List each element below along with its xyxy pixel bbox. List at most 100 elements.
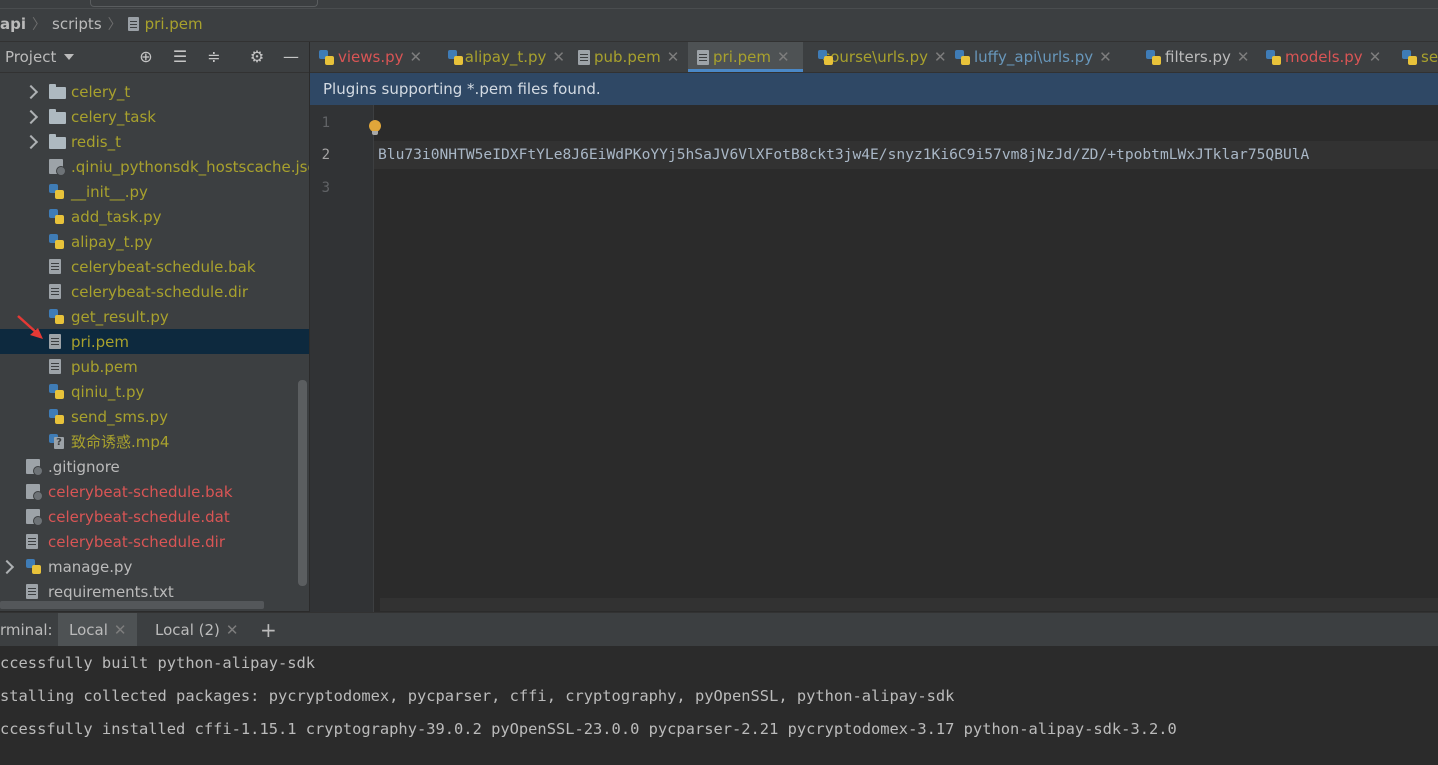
- tree-item-label: 致命诱惑.mp4: [71, 433, 170, 451]
- editor-tab[interactable]: luffy_api\urls.py ✕: [946, 42, 1132, 72]
- project-tree[interactable]: celery_t celery_task redis_t .qiniu_pythons…: [0, 73, 309, 611]
- config-file-icon: [26, 484, 43, 501]
- collapse-all-icon[interactable]: ≑: [204, 47, 224, 67]
- terminal-line: ccessfully installed cffi-1.15.1 cryptog…: [0, 720, 1177, 738]
- tree-item-label: celerybeat-schedule.bak: [71, 257, 256, 276]
- tree-file[interactable]: manage.py: [0, 554, 309, 579]
- tree-file[interactable]: pri.pem: [0, 329, 309, 354]
- close-icon[interactable]: ✕: [777, 48, 790, 66]
- python-file-icon: [1146, 49, 1161, 65]
- toolbar-edge: [0, 0, 1438, 9]
- tree-file[interactable]: pub.pem: [0, 354, 309, 379]
- file-icon: [26, 534, 38, 549]
- editor-tab[interactable]: course\urls.py ✕: [809, 42, 947, 72]
- lightbulb-icon[interactable]: [369, 120, 381, 135]
- code-line[interactable]: Blu73i0NHTW5eIDXFtYLe8J6EiWdPKoYYj5hSaJV…: [378, 146, 1309, 163]
- editor-tab-label: alipay_t.py: [464, 48, 547, 66]
- code-editor[interactable]: [374, 105, 1438, 612]
- python-file-icon: [26, 559, 41, 574]
- tree-file[interactable]: celerybeat-schedule.bak: [0, 254, 309, 279]
- close-icon[interactable]: ✕: [667, 48, 680, 66]
- python-file-icon: [49, 384, 64, 399]
- tree-file[interactable]: __init__.py: [0, 179, 309, 204]
- tree-folder[interactable]: redis_t: [0, 129, 309, 154]
- file-icon: [49, 334, 61, 349]
- editor-tab[interactable]: pub.pem ✕: [569, 42, 684, 72]
- breadcrumb-separator: 〉: [32, 17, 47, 33]
- line-number: 3: [321, 180, 330, 196]
- chevron-right-icon[interactable]: [0, 559, 15, 575]
- expand-all-icon[interactable]: ☰: [170, 47, 190, 67]
- navigation-bar: api 〉 scripts 〉 pri.pem: [0, 0, 1438, 42]
- tree-file[interactable]: celerybeat-schedule.dir: [0, 279, 309, 304]
- python-file-icon: [955, 49, 970, 65]
- tree-file[interactable]: qiniu_t.py: [0, 379, 309, 404]
- add-terminal-button[interactable]: +: [260, 613, 277, 646]
- tree-folder[interactable]: celery_t: [0, 79, 309, 104]
- terminal-tab-local[interactable]: Local ✕: [58, 613, 138, 646]
- project-view-selector[interactable]: Project: [5, 48, 56, 66]
- chevron-down-icon[interactable]: [64, 54, 75, 60]
- close-icon[interactable]: ✕: [226, 621, 239, 639]
- tree-file[interactable]: celerybeat-schedule.dat: [0, 504, 309, 529]
- editor-tab-label: luffy_api\urls.py: [974, 48, 1094, 66]
- tree-file[interactable]: 致命诱惑.mp4: [0, 429, 309, 454]
- terminal-output[interactable]: ccessfully built python-alipay-sdk stall…: [0, 646, 1438, 765]
- tree-item-label: celery_task: [71, 107, 156, 126]
- plugin-notification-banner[interactable]: Plugins supporting *.pem files found.: [310, 73, 1438, 105]
- editor-tab[interactable]: pri.pem ✕: [688, 42, 803, 72]
- editor-tab[interactable]: models.py ✕: [1257, 42, 1387, 72]
- close-icon[interactable]: ✕: [1369, 48, 1382, 66]
- tree-file[interactable]: celerybeat-schedule.bak: [0, 479, 309, 504]
- tree-file[interactable]: send_sms.py: [0, 404, 309, 429]
- tree-item-label: .qiniu_pythonsdk_hostscache.json: [71, 157, 309, 176]
- tree-item-label: requirements.txt: [48, 582, 174, 601]
- locate-icon[interactable]: ⊕: [136, 47, 156, 67]
- close-icon[interactable]: ✕: [1099, 48, 1112, 66]
- chevron-right-icon[interactable]: [23, 109, 39, 125]
- editor-tab[interactable]: filters.py ✕: [1137, 42, 1252, 72]
- editor-tab[interactable]: alipay_t.py ✕: [439, 42, 565, 72]
- folder-icon: [49, 84, 66, 99]
- python-file-icon: [319, 49, 334, 65]
- tree-file[interactable]: .qiniu_pythonsdk_hostscache.json: [0, 154, 309, 179]
- file-icon: [49, 359, 61, 374]
- tree-file[interactable]: .gitignore: [0, 454, 309, 479]
- folder-icon: [49, 134, 66, 149]
- editor-horizontal-scrollbar[interactable]: [380, 598, 1438, 611]
- hide-icon[interactable]: —: [281, 47, 301, 67]
- project-scrollbar[interactable]: [298, 380, 307, 586]
- editor-tab-bar: views.py ✕ alipay_t.py ✕ pub.pem ✕ pri.pem ✕ cou…: [310, 42, 1438, 73]
- terminal-tab-label: Local: [69, 620, 108, 639]
- gear-icon[interactable]: ⚙: [247, 47, 267, 67]
- tree-folder[interactable]: celery_task: [0, 104, 309, 129]
- close-icon[interactable]: ✕: [1237, 48, 1250, 66]
- folder-icon: [49, 109, 66, 124]
- tree-file[interactable]: get_result.py: [0, 304, 309, 329]
- chevron-right-icon[interactable]: [23, 84, 39, 100]
- close-icon[interactable]: ✕: [410, 48, 423, 66]
- tree-item-label: qiniu_t.py: [71, 382, 145, 401]
- close-icon[interactable]: ✕: [114, 621, 127, 639]
- editor-tab-label: views.py: [338, 48, 404, 66]
- line-number-gutter: 1 2 3: [310, 105, 374, 612]
- tree-item-label: celerybeat-schedule.dir: [71, 282, 248, 301]
- chevron-right-icon[interactable]: [23, 134, 39, 150]
- terminal-line: ccessfully built python-alipay-sdk: [0, 654, 316, 672]
- breadcrumb-file[interactable]: pri.pem: [145, 15, 203, 33]
- close-icon[interactable]: ✕: [934, 48, 947, 66]
- breadcrumb-folder[interactable]: scripts: [52, 15, 102, 33]
- tree-item-label: celerybeat-schedule.dir: [48, 532, 225, 551]
- editor-tab[interactable]: ser: [1393, 42, 1438, 72]
- python-file-icon: [49, 184, 64, 199]
- breadcrumb-root[interactable]: api: [0, 15, 26, 33]
- config-file-icon: [26, 509, 43, 526]
- terminal-tab-local-2[interactable]: Local (2) ✕: [144, 613, 249, 646]
- tree-file[interactable]: celerybeat-schedule.dir: [0, 529, 309, 554]
- editor-tab[interactable]: views.py ✕: [310, 42, 434, 72]
- tree-file[interactable]: alipay_t.py: [0, 229, 309, 254]
- python-file-icon: [448, 49, 463, 65]
- tree-file[interactable]: add_task.py: [0, 204, 309, 229]
- close-icon[interactable]: ✕: [552, 48, 565, 66]
- project-horizontal-scrollbar[interactable]: [0, 601, 264, 609]
